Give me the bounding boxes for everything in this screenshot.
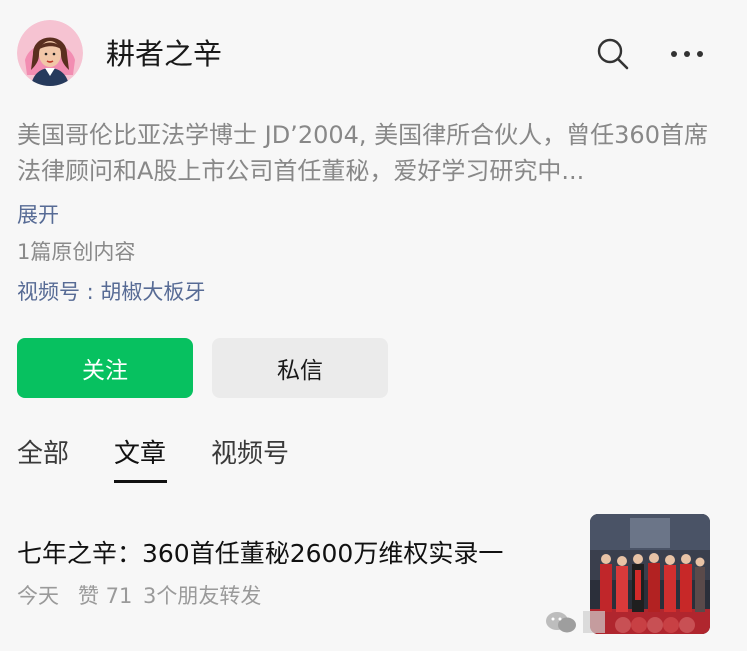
expand-bio-link[interactable]: 展开	[17, 199, 59, 231]
article-thumbnail[interactable]	[590, 514, 710, 634]
profile-page: 耕者之辛 美国哥伦比亚法学博士 JD’2004, 美国律所合伙人，曾任360首席…	[0, 0, 747, 651]
video-channel-link[interactable]: 视频号 : 胡椒大板牙	[17, 275, 205, 309]
search-button[interactable]	[593, 34, 633, 74]
avatar-illustration	[17, 20, 83, 86]
search-icon	[597, 38, 629, 70]
article-likes: 赞 71	[78, 584, 133, 608]
more-icon	[671, 51, 703, 57]
tab-all[interactable]: 全部	[17, 434, 69, 474]
more-button[interactable]	[667, 34, 707, 74]
tab-articles[interactable]: 文章	[114, 434, 166, 474]
message-button[interactable]: 私信	[212, 338, 388, 398]
tab-video-channel[interactable]: 视频号	[211, 434, 289, 474]
avatar[interactable]	[17, 20, 83, 86]
article-title[interactable]: 七年之辛：360首任董秘2600万维权实录一	[17, 535, 577, 573]
account-name: 耕者之辛	[106, 37, 223, 71]
follow-button[interactable]: 关注	[17, 338, 193, 398]
account-bio: 美国哥伦比亚法学博士 JD’2004, 美国律所合伙人，曾任360首席法律顾问和…	[17, 121, 708, 185]
original-content-count: 1篇原创内容	[17, 240, 136, 264]
thumbnail-image	[590, 514, 710, 634]
article-date: 今天	[17, 584, 59, 608]
article-shares: 3个朋友转发	[143, 584, 262, 608]
active-tab-indicator	[114, 480, 167, 483]
